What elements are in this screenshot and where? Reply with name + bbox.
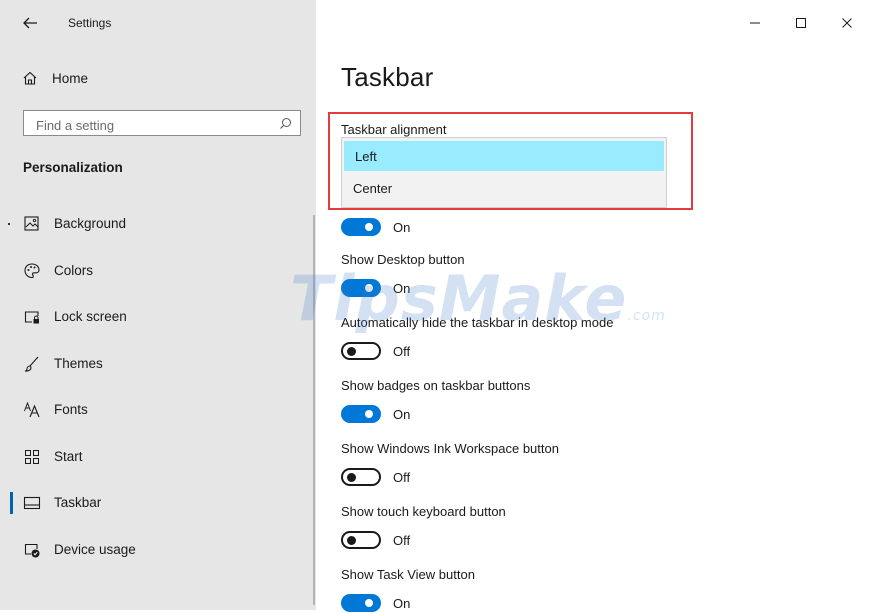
setting-toggle-0: On [341,216,410,238]
setting-show-badges: Show badges on taskbar buttons On [341,378,530,425]
sidebar-scrollbar[interactable] [313,215,315,605]
toggle-switch[interactable] [341,531,381,549]
toggle-switch[interactable] [341,468,381,486]
setting-task-view-button: Show Task View button On [341,567,475,614]
sidebar: Settings Home Personalization Background [0,0,316,610]
sidebar-item-device-usage[interactable]: Device usage [0,527,316,574]
section-title: Personalization [23,160,123,175]
maximize-icon [796,18,806,28]
toggle-switch[interactable] [341,594,381,612]
setting-label: Show Windows Ink Workspace button [341,441,559,456]
fonts-icon [24,401,40,418]
sidebar-item-label: Themes [54,355,103,371]
taskbar-alignment-dropdown[interactable]: Left Center [341,137,667,208]
toggle-switch[interactable] [341,342,381,360]
setting-windows-ink-button: Show Windows Ink Workspace button Off [341,441,559,488]
start-icon [25,449,39,464]
setting-label: Automatically hide the taskbar in deskto… [341,315,614,330]
sidebar-item-label: Fonts [54,402,88,417]
search-icon[interactable] [279,117,292,130]
search-box[interactable] [23,110,301,136]
active-indicator [10,492,13,514]
sidebar-item-lock-screen[interactable]: Lock screen [0,294,316,341]
toggle-state: On [393,406,411,422]
toggle-knob [347,536,356,545]
lock-screen-icon [24,311,39,324]
toggle-switch[interactable] [341,218,381,236]
taskbar-alignment-label: Taskbar alignment [341,122,447,137]
image-icon [24,216,39,231]
home-icon [23,71,37,85]
main-content: Taskbar Taskbar alignment Left Center On… [316,0,870,612]
sidebar-item-fonts[interactable]: Fonts [0,387,316,434]
setting-label: Show touch keyboard button [341,504,506,519]
page-title: Taskbar [341,62,434,92]
sidebar-item-label: Background [54,216,127,231]
option-label: Left [355,148,377,164]
sidebar-item-label: Lock screen [54,309,127,324]
toggle-knob [347,347,356,356]
toggle-knob [365,284,373,292]
device-usage-icon [24,543,40,557]
toggle-state: On [393,280,411,296]
toggle-knob [365,223,373,231]
toggle-knob [365,599,373,607]
sidebar-item-label: Device usage [54,541,136,557]
toggle-switch[interactable] [341,405,381,423]
toggle-state: On [393,595,411,611]
app-title: Settings [68,16,112,30]
search-input[interactable] [34,115,278,135]
setting-show-desktop-button: Show Desktop button On [341,252,465,299]
sidebar-item-label: Start [54,448,83,464]
back-arrow-icon[interactable] [20,13,40,33]
titlebar-left: Settings [0,0,316,46]
setting-auto-hide-taskbar: Automatically hide the taskbar in deskto… [341,315,613,362]
setting-touch-keyboard-button: Show touch keyboard button Off [341,504,506,551]
home-label: Home [52,70,89,86]
sidebar-item-colors[interactable]: Colors [0,248,316,295]
alignment-option-left[interactable]: Left [344,141,664,171]
alignment-option-center[interactable]: Center [342,173,666,203]
brush-icon [24,356,39,372]
minimize-icon [750,22,760,24]
maximize-button[interactable] [778,0,824,46]
sidebar-nav: Background Colors Lock screen Themes Fon… [0,201,316,573]
toggle-state: Off [393,532,411,548]
toggle-knob [365,410,373,418]
palette-icon [24,262,40,278]
sidebar-item-label: Taskbar [54,495,102,510]
minimize-button[interactable] [732,0,778,46]
sidebar-item-label: Colors [54,262,94,278]
sidebar-item-background[interactable]: Background [0,201,316,248]
setting-label: Show Desktop button [341,252,465,267]
home-nav-item[interactable]: Home [22,66,88,90]
setting-label: Show Task View button [341,567,475,582]
toggle-switch[interactable] [341,279,381,297]
toggle-state: On [393,219,411,235]
toggle-state: Off [393,469,411,485]
sidebar-item-themes[interactable]: Themes [0,341,316,388]
toggle-knob [347,473,356,482]
window-controls [732,0,870,46]
setting-label: Show badges on taskbar buttons [341,378,531,393]
sidebar-item-start[interactable]: Start [0,434,316,481]
option-label: Center [353,180,393,196]
close-button[interactable] [824,0,870,46]
toggle-state: Off [393,343,411,359]
sidebar-item-taskbar[interactable]: Taskbar [0,480,316,527]
taskbar-icon [23,496,41,510]
close-icon [842,18,852,28]
